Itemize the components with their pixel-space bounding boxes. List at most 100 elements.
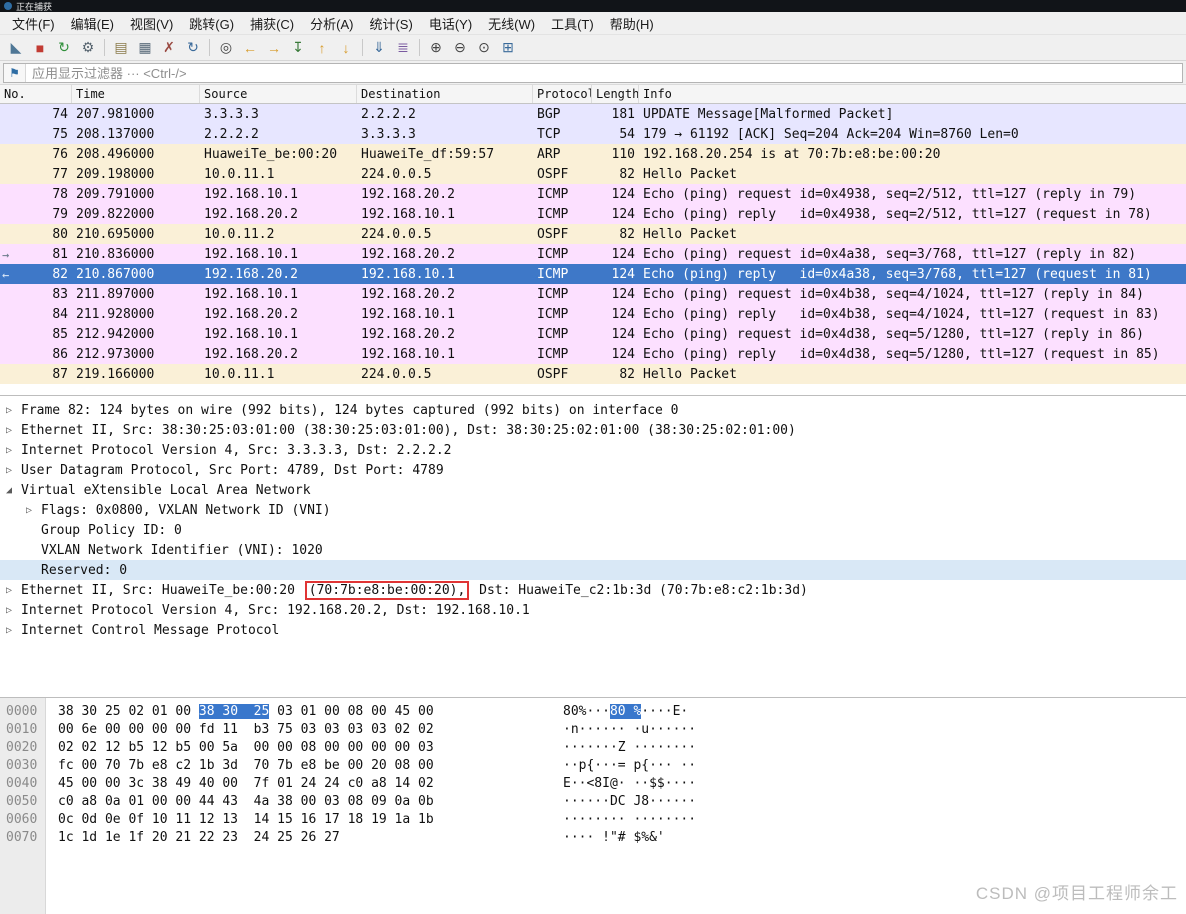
packet-row[interactable]: 83 211.897000 192.168.10.1 192.168.20.2 ICMP…: [0, 284, 1186, 304]
detail-row[interactable]: ▷ Internet Control Message Protocol: [0, 620, 1186, 640]
packet-row[interactable]: 78 209.791000 192.168.10.1 192.168.20.2 ICMP…: [0, 184, 1186, 204]
detail-row[interactable]: ▷ User Datagram Protocol, Src Port: 4789,…: [0, 460, 1186, 480]
menu-wireless[interactable]: 无线(W): [480, 11, 543, 36]
detail-text: Internet Control Message Protocol: [21, 622, 280, 638]
detail-row[interactable]: Group Policy ID: 0: [0, 520, 1186, 540]
hex-ascii[interactable]: ········ ········: [563, 811, 696, 829]
hex-bytes[interactable]: 45 00 00 3c 38 49 40 00 7f 01 24 24 c0 a…: [58, 775, 434, 793]
hex-ascii[interactable]: 80%···80 %····E·: [563, 703, 688, 721]
hex-row[interactable]: 0020 02 02 12 b5 12 b5 00 5a 00 00 08 00 …: [0, 739, 1186, 757]
menu-go[interactable]: 跳转(G): [181, 11, 242, 36]
packet-row[interactable]: 81 → 210.836000 192.168.10.1 192.168.20.2 ICM…: [0, 244, 1186, 264]
hex-row[interactable]: 0040 45 00 00 3c 38 49 40 00 7f 01 24 24 …: [0, 775, 1186, 793]
menu-statistics[interactable]: 统计(S): [361, 11, 420, 36]
detail-row[interactable]: VXLAN Network Identifier (VNI): 1020: [0, 540, 1186, 560]
reload-icon[interactable]: ↻: [181, 37, 205, 59]
packet-row[interactable]: 86 212.973000 192.168.20.2 192.168.10.1 ICMP…: [0, 344, 1186, 364]
hex-row[interactable]: 0060 0c 0d 0e 0f 10 11 12 13 14 15 16 17 …: [0, 811, 1186, 829]
detail-row[interactable]: ▷ Ethernet II, Src: HuaweiTe_be:00:20 (70…: [0, 580, 1186, 600]
hex-ascii[interactable]: E··<8I@· ··$$····: [563, 775, 696, 793]
expander-closed-icon[interactable]: ▷: [6, 425, 21, 436]
go-forward-icon[interactable]: →: [262, 37, 286, 59]
detail-row[interactable]: ▷ Internet Protocol Version 4, Src: 3.3.3…: [0, 440, 1186, 460]
colorize-icon[interactable]: ≣: [391, 37, 415, 59]
zoom-out-icon[interactable]: ⊖: [448, 37, 472, 59]
hex-ascii[interactable]: ···· !"# $%&': [563, 829, 665, 847]
close-file-icon[interactable]: ✗: [157, 37, 181, 59]
expander-closed-icon[interactable]: ▷: [6, 605, 21, 616]
go-back-icon[interactable]: ←: [238, 37, 262, 59]
expander-closed-icon[interactable]: ▷: [26, 505, 41, 516]
resize-columns-icon[interactable]: ⊞: [496, 37, 520, 59]
menu-edit[interactable]: 编辑(E): [63, 11, 122, 36]
go-to-packet-icon[interactable]: ↧: [286, 37, 310, 59]
go-first-icon[interactable]: ↑: [310, 37, 334, 59]
hex-row[interactable]: 0030 fc 00 70 7b e8 c2 1b 3d 70 7b e8 be …: [0, 757, 1186, 775]
detail-row[interactable]: Reserved: 0: [0, 560, 1186, 580]
detail-row[interactable]: ▷ Frame 82: 124 bytes on wire (992 bits),…: [0, 400, 1186, 420]
packet-row[interactable]: 74 207.981000 3.3.3.3 2.2.2.2 BGP 181 UPDATE M…: [0, 104, 1186, 124]
expander-open-icon[interactable]: ◢: [6, 485, 21, 496]
packet-row[interactable]: 84 211.928000 192.168.20.2 192.168.10.1 ICMP…: [0, 304, 1186, 324]
expander-closed-icon[interactable]: ▷: [6, 625, 21, 636]
hex-ascii[interactable]: ··p{···= p{··· ··: [563, 757, 696, 775]
hex-row[interactable]: 0000 38 30 25 02 01 00 38 30 25 03 01 00 …: [0, 703, 1186, 721]
detail-row[interactable]: ▷ Internet Protocol Version 4, Src: 192.1…: [0, 600, 1186, 620]
hex-ascii[interactable]: ·n······ ·u······: [563, 721, 696, 739]
expander-closed-icon[interactable]: ▷: [6, 405, 21, 416]
capture-options-icon[interactable]: ⚙: [76, 37, 100, 59]
hex-ascii[interactable]: ·······Z ········: [563, 739, 696, 757]
zoom-reset-icon[interactable]: ⊙: [472, 37, 496, 59]
zoom-in-icon[interactable]: ⊕: [424, 37, 448, 59]
column-header-time[interactable]: Time: [72, 85, 200, 103]
detail-row[interactable]: ▷ Ethernet II, Src: 38:30:25:03:01:00 (38…: [0, 420, 1186, 440]
hex-row[interactable]: 0050 c0 a8 0a 01 00 00 44 43 4a 38 00 03 …: [0, 793, 1186, 811]
auto-scroll-icon[interactable]: ⇓: [367, 37, 391, 59]
menu-capture[interactable]: 捕获(C): [242, 11, 302, 36]
menu-view[interactable]: 视图(V): [122, 11, 181, 36]
hex-bytes[interactable]: 00 6e 00 00 00 00 fd 11 b3 75 03 03 03 0…: [58, 721, 434, 739]
menu-analyze[interactable]: 分析(A): [302, 11, 361, 36]
detail-row[interactable]: ◢ Virtual eXtensible Local Area Network: [0, 480, 1186, 500]
expander-closed-icon[interactable]: ▷: [6, 445, 21, 456]
start-capture-icon[interactable]: ◣: [4, 37, 28, 59]
go-last-icon[interactable]: ↓: [334, 37, 358, 59]
hex-row[interactable]: 0010 00 6e 00 00 00 00 fd 11 b3 75 03 03 …: [0, 721, 1186, 739]
packet-row[interactable]: 77 209.198000 10.0.11.1 224.0.0.5 OSPF 82 Hell…: [0, 164, 1186, 184]
packet-row[interactable]: 82 ← 210.867000 192.168.20.2 192.168.10.1 ICM…: [0, 264, 1186, 284]
column-header-length[interactable]: Length: [592, 85, 639, 103]
packet-row[interactable]: 75 208.137000 2.2.2.2 3.3.3.3 TCP 54 179 → 611…: [0, 124, 1186, 144]
hex-bytes[interactable]: 0c 0d 0e 0f 10 11 12 13 14 15 16 17 18 1…: [58, 811, 434, 829]
hex-row[interactable]: 0070 1c 1d 1e 1f 20 21 22 23 24 25 26 27 ·…: [0, 829, 1186, 847]
packet-row[interactable]: 85 212.942000 192.168.10.1 192.168.20.2 ICMP…: [0, 324, 1186, 344]
menu-telephony[interactable]: 电话(Y): [421, 11, 480, 36]
filter-bookmark-icon[interactable]: ⚑: [4, 63, 26, 82]
display-filter-input[interactable]: ⚑ 应用显示过滤器 ··· <Ctrl-/>: [3, 62, 1183, 83]
column-header-info[interactable]: Info: [639, 85, 1186, 103]
menu-tools[interactable]: 工具(T): [543, 11, 602, 36]
packet-row[interactable]: 76 208.496000 HuaweiTe_be:00:20 HuaweiTe_df…: [0, 144, 1186, 164]
save-file-icon[interactable]: ▦: [133, 37, 157, 59]
hex-bytes[interactable]: c0 a8 0a 01 00 00 44 43 4a 38 00 03 08 0…: [58, 793, 434, 811]
menu-file[interactable]: 文件(F): [4, 11, 63, 36]
expander-closed-icon[interactable]: ▷: [6, 585, 21, 596]
open-file-icon[interactable]: ▤: [109, 37, 133, 59]
column-header-no[interactable]: No.: [0, 85, 72, 103]
packet-row[interactable]: 87 219.166000 10.0.11.1 224.0.0.5 OSPF 82 Hell…: [0, 364, 1186, 384]
hex-bytes[interactable]: 38 30 25 02 01 00 38 30 25 03 01 00 08 0…: [58, 703, 434, 721]
hex-ascii[interactable]: ······DC J8······: [563, 793, 696, 811]
hex-bytes[interactable]: 02 02 12 b5 12 b5 00 5a 00 00 08 00 00 0…: [58, 739, 434, 757]
column-header-destination[interactable]: Destination: [357, 85, 533, 103]
find-packet-icon[interactable]: ◎: [214, 37, 238, 59]
restart-capture-icon[interactable]: ↻: [52, 37, 76, 59]
expander-closed-icon[interactable]: ▷: [6, 465, 21, 476]
hex-bytes[interactable]: 1c 1d 1e 1f 20 21 22 23 24 25 26 27: [58, 829, 340, 847]
column-header-source[interactable]: Source: [200, 85, 357, 103]
packet-row[interactable]: 80 210.695000 10.0.11.2 224.0.0.5 OSPF 82 Hell…: [0, 224, 1186, 244]
stop-capture-icon[interactable]: ■: [28, 37, 52, 59]
detail-row[interactable]: ▷ Flags: 0x0800, VXLAN Network ID (VNI): [0, 500, 1186, 520]
menu-help[interactable]: 帮助(H): [602, 11, 662, 36]
hex-bytes[interactable]: fc 00 70 7b e8 c2 1b 3d 70 7b e8 be 00 2…: [58, 757, 434, 775]
packet-row[interactable]: 79 209.822000 192.168.20.2 192.168.10.1 ICMP…: [0, 204, 1186, 224]
column-header-protocol[interactable]: Protocol: [533, 85, 592, 103]
